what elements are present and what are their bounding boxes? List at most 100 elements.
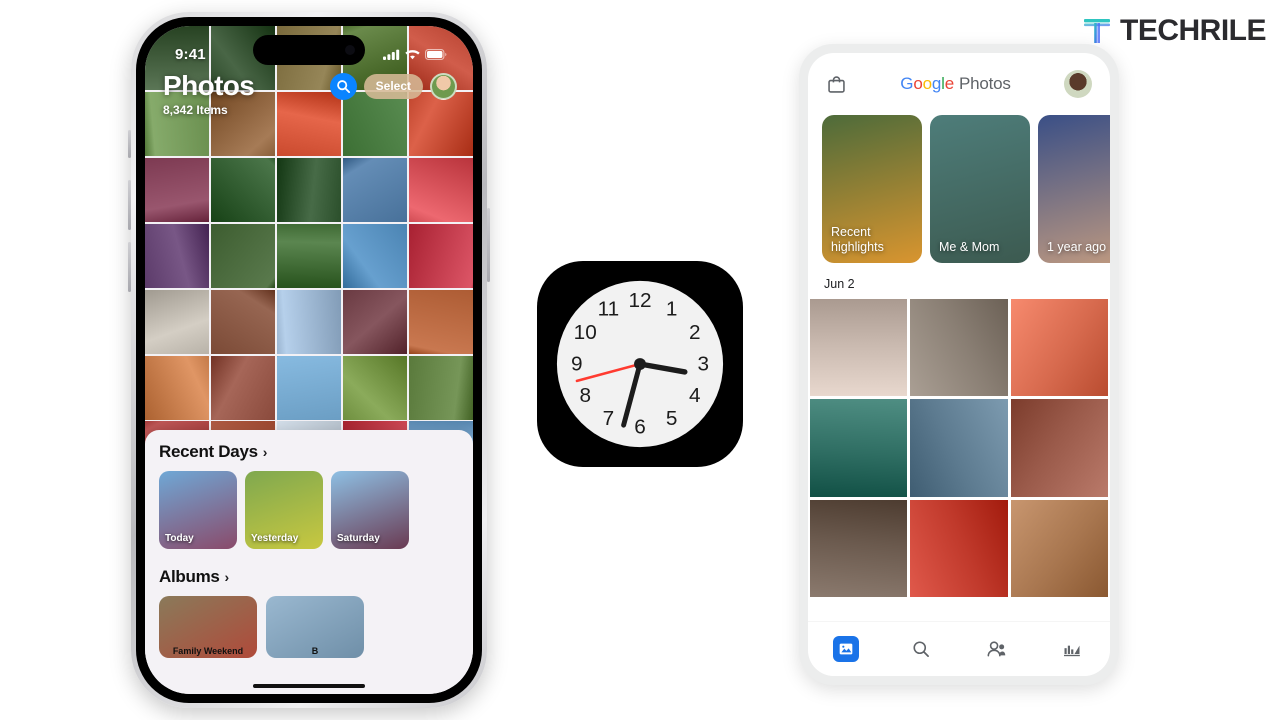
photo-thumbnail[interactable] xyxy=(145,157,210,223)
clock-numeral: 1 xyxy=(666,298,678,321)
photo-icon xyxy=(839,643,853,655)
dynamic-island xyxy=(253,35,365,65)
photo-thumbnail[interactable] xyxy=(145,289,210,355)
avatar[interactable] xyxy=(430,72,457,100)
photo-thumbnail[interactable] xyxy=(408,223,473,289)
photos-tab[interactable] xyxy=(826,633,866,665)
shopping-bag-icon[interactable] xyxy=(826,74,847,95)
recent-day-card[interactable]: Saturday xyxy=(331,471,409,549)
recent-day-label: Today xyxy=(165,533,194,544)
clock-numeral: 4 xyxy=(689,384,701,407)
memory-label: Me & Mom xyxy=(939,239,1000,254)
photo-thumbnail[interactable] xyxy=(1010,399,1108,497)
clock-numeral: 9 xyxy=(571,352,583,375)
recent-day-card[interactable]: Today xyxy=(159,471,237,549)
status-time: 9:41 xyxy=(175,45,206,63)
photo-thumbnail[interactable] xyxy=(342,223,408,289)
albums-header[interactable]: Albums › xyxy=(159,567,459,587)
clock-numeral: 6 xyxy=(634,416,646,439)
photo-thumbnail[interactable] xyxy=(342,157,408,223)
volume-up-button[interactable] xyxy=(128,180,131,230)
photo-thumbnail[interactable] xyxy=(408,289,473,355)
status-icons xyxy=(383,48,447,60)
android-screen: Google Photos Recent highlights Me & Mom 1 … xyxy=(808,53,1110,676)
memory-card[interactable]: Recent highlights xyxy=(822,115,922,263)
photo-thumbnail[interactable] xyxy=(408,355,473,420)
photo-thumbnail[interactable] xyxy=(276,355,342,420)
google-word: Google xyxy=(900,74,954,93)
items-count: 8,342 Items xyxy=(163,103,228,117)
photo-thumbnail[interactable] xyxy=(145,223,210,289)
clock-numeral: 10 xyxy=(574,321,597,344)
photo-thumbnail[interactable] xyxy=(342,355,408,420)
avatar[interactable] xyxy=(1064,70,1092,98)
recent-days-header[interactable]: Recent Days › xyxy=(159,442,459,462)
photo-thumbnail[interactable] xyxy=(810,399,908,497)
library-tab[interactable] xyxy=(1052,633,1092,665)
photo-thumbnail[interactable] xyxy=(342,289,408,355)
iphone-device: 9:41 Photos Select 8,342 Items Recent Da… xyxy=(128,12,490,708)
sharing-tab[interactable] xyxy=(977,633,1017,665)
photo-thumbnail[interactable] xyxy=(276,157,342,223)
photo-thumbnail[interactable] xyxy=(1010,299,1108,397)
memory-card[interactable]: 1 year ago xyxy=(1038,115,1110,263)
recent-day-label: Saturday xyxy=(337,533,380,544)
google-photo-grid[interactable] xyxy=(808,299,1110,598)
recent-days-row[interactable]: Today Yesterday Saturday xyxy=(159,471,459,549)
brand-name: TECHRILE xyxy=(1120,14,1267,47)
collections-icon xyxy=(1064,645,1081,657)
clock-numeral: 12 xyxy=(628,289,651,312)
brand-logo: TECHRILE xyxy=(1080,14,1267,48)
photo-thumbnail[interactable] xyxy=(910,499,1008,598)
clock-numeral: 2 xyxy=(689,321,701,344)
search-button[interactable] xyxy=(329,72,357,100)
silence-switch[interactable] xyxy=(128,130,131,158)
chevron-right-icon: › xyxy=(262,444,268,460)
android-device: Google Photos Recent highlights Me & Mom 1 … xyxy=(799,44,1119,685)
photo-thumbnail[interactable] xyxy=(145,355,210,420)
album-name: B xyxy=(311,646,319,656)
ios-clock-icon[interactable]: 12 1 2 3 4 5 6 7 8 9 10 11 xyxy=(537,261,743,467)
clock-numeral: 5 xyxy=(666,407,678,430)
select-button[interactable]: Select xyxy=(363,73,423,99)
iphone-bezel: 9:41 Photos Select 8,342 Items Recent Da… xyxy=(136,17,482,703)
clock-numeral: 11 xyxy=(598,298,620,321)
page-title: Photos xyxy=(163,70,255,101)
photo-thumbnail[interactable] xyxy=(910,399,1008,497)
recent-day-label: Yesterday xyxy=(251,533,299,544)
photo-thumbnail[interactable] xyxy=(810,299,908,397)
memories-carousel[interactable]: Recent highlights Me & Mom 1 year ago xyxy=(808,115,1110,263)
recent-day-card[interactable]: Yesterday xyxy=(245,471,323,549)
search-tab[interactable] xyxy=(901,633,941,665)
iphone-screen: 9:41 Photos Select 8,342 Items Recent Da… xyxy=(145,26,473,694)
photo-thumbnail[interactable] xyxy=(276,223,342,289)
photo-thumbnail[interactable] xyxy=(408,157,473,223)
clock-numeral: 8 xyxy=(579,384,591,407)
memory-label: 1 year ago xyxy=(1047,239,1107,254)
wifi-icon xyxy=(405,49,420,59)
albums-row[interactable]: Family Weekend B xyxy=(159,596,459,658)
photos-tab-active-bg xyxy=(832,636,859,662)
recent-days-title: Recent Days xyxy=(159,442,258,461)
photo-thumbnail[interactable] xyxy=(210,223,276,289)
cellular-bars-icon xyxy=(383,49,400,60)
photo-thumbnail[interactable] xyxy=(1010,499,1108,598)
techrile-t-logo-icon xyxy=(1084,19,1110,43)
memory-card[interactable]: Me & Mom xyxy=(930,115,1030,263)
photo-thumbnail[interactable] xyxy=(810,499,908,598)
ios-bottom-sheet: Recent Days › Today Yesterday Saturday Alb… xyxy=(145,430,473,694)
photo-thumbnail[interactable] xyxy=(210,355,276,420)
clock-center-pin xyxy=(634,358,646,370)
photo-thumbnail[interactable] xyxy=(210,289,276,355)
battery-icon xyxy=(425,48,447,60)
date-header: Jun 2 xyxy=(824,277,855,291)
photo-thumbnail[interactable] xyxy=(910,299,1008,397)
photo-thumbnail[interactable] xyxy=(210,157,276,223)
search-icon xyxy=(913,641,930,657)
photo-thumbnail[interactable] xyxy=(276,289,342,355)
volume-down-button[interactable] xyxy=(128,242,131,292)
home-indicator[interactable] xyxy=(253,684,365,688)
power-button[interactable] xyxy=(487,208,490,282)
clock-numeral: 7 xyxy=(603,407,615,430)
clock-face: 12 12 3 45678 9 1011 xyxy=(556,280,724,448)
